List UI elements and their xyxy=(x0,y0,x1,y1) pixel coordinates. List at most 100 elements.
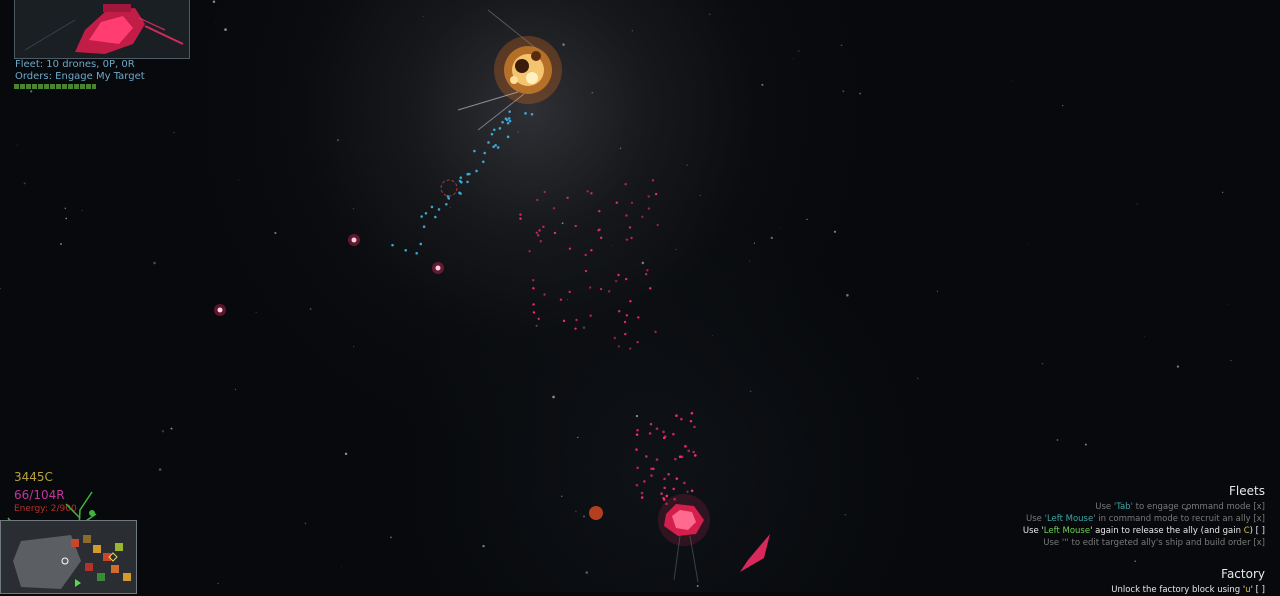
star xyxy=(352,208,355,210)
star xyxy=(806,218,808,221)
enemy-projectile xyxy=(566,196,569,200)
star xyxy=(336,139,340,142)
enemy-projectile xyxy=(625,214,628,217)
star xyxy=(1136,203,1138,205)
star xyxy=(562,43,565,47)
enemy-projectile xyxy=(574,327,577,330)
enemy-projectile xyxy=(692,450,695,454)
star xyxy=(792,58,794,60)
star xyxy=(344,452,348,456)
tutorial-hints-panel: Fleets Use 'Tab' to engage command mode … xyxy=(1023,484,1265,596)
star xyxy=(23,182,26,185)
enemy-projectile xyxy=(678,455,682,459)
enemy-projectile xyxy=(532,311,536,314)
ally-drone xyxy=(434,215,437,219)
star xyxy=(341,565,342,567)
ally-drone xyxy=(460,180,463,184)
enemy-projectile xyxy=(683,481,686,485)
ally-drone xyxy=(404,248,408,252)
enemy-projectile xyxy=(649,287,652,290)
enemy-projectile xyxy=(536,198,539,202)
minimap-canvas xyxy=(1,521,136,593)
star xyxy=(582,326,586,329)
enemy-projectile xyxy=(662,496,665,500)
enemy-projectile xyxy=(675,477,679,480)
enemy-projectile xyxy=(598,228,601,231)
star xyxy=(16,144,18,146)
star xyxy=(0,287,1,290)
star xyxy=(686,164,688,166)
enemy-projectile xyxy=(599,236,603,240)
star xyxy=(566,299,568,301)
enemy-projectile xyxy=(539,240,543,243)
enemy-projectile xyxy=(537,317,540,321)
star xyxy=(675,249,677,250)
enemy-projectile xyxy=(542,225,545,229)
star xyxy=(1230,359,1232,362)
enemy-projectile xyxy=(617,345,620,348)
star xyxy=(780,227,782,228)
ally-drone xyxy=(466,180,469,184)
enemy-small-ship xyxy=(214,304,226,316)
ally-drone xyxy=(501,120,504,124)
star xyxy=(304,522,307,525)
ally-drone xyxy=(483,151,487,155)
ally-drone xyxy=(445,202,448,206)
drone-count-bar xyxy=(14,84,96,89)
ally-drone xyxy=(430,205,434,209)
ally-drone xyxy=(422,225,426,229)
targeting-reticle xyxy=(440,179,458,197)
star xyxy=(30,90,33,93)
enemy-projectile xyxy=(552,207,556,210)
star xyxy=(917,377,919,379)
star xyxy=(753,242,756,244)
enemy-projectile xyxy=(674,457,677,461)
neutral-asteroid xyxy=(589,506,603,520)
enemy-projectile xyxy=(680,417,683,421)
enemy-projectile xyxy=(614,279,618,283)
enemy-projectile xyxy=(559,298,563,301)
star xyxy=(1176,365,1180,368)
star xyxy=(389,536,392,539)
star xyxy=(627,331,629,333)
enemy-projectile xyxy=(672,487,676,491)
target-ship-icon xyxy=(15,0,189,58)
factory-section-title: Factory xyxy=(1221,567,1265,581)
enemy-projectile xyxy=(660,492,663,495)
enemy-projectile xyxy=(654,330,657,334)
hint-edit-ally-ship: Use ''' to edit targeted ally's ship and… xyxy=(1043,538,1265,548)
enemy-projectile xyxy=(589,314,592,317)
star xyxy=(353,346,355,348)
star xyxy=(422,15,424,17)
enemy-projectile xyxy=(584,269,588,273)
fleets-section-title: Fleets xyxy=(1229,484,1265,498)
ally-drone xyxy=(424,211,428,215)
star xyxy=(1041,362,1044,365)
fleet-orders: Orders: Engage My Target xyxy=(15,71,145,82)
enemy-projectile xyxy=(663,435,667,438)
star xyxy=(749,260,751,262)
enemy-projectile xyxy=(640,491,644,495)
minimap[interactable] xyxy=(0,520,137,594)
star xyxy=(274,231,277,235)
enemy-projectile xyxy=(532,287,535,290)
star xyxy=(1062,104,1064,107)
enemy-projectile xyxy=(574,224,577,228)
enemy-projectile xyxy=(628,226,632,229)
hint-engage-command: Use 'Tab' to engage command mode [x] xyxy=(1095,502,1265,512)
enemy-small-ship xyxy=(348,234,360,246)
enemy-projectile xyxy=(663,486,666,490)
star xyxy=(844,514,846,516)
enemy-projectile xyxy=(615,201,618,204)
ally-drone xyxy=(415,251,418,255)
enemy-projectile xyxy=(662,430,665,434)
enemy-projectile xyxy=(624,332,627,336)
star xyxy=(64,207,66,209)
ally-drone xyxy=(419,242,423,246)
enemy-projectile xyxy=(536,234,540,237)
target-ship-preview[interactable] xyxy=(14,0,190,59)
enemy-projectile xyxy=(689,419,693,423)
star xyxy=(936,290,939,292)
enemy-projectile xyxy=(535,231,538,235)
enemy-projectile xyxy=(643,480,646,483)
